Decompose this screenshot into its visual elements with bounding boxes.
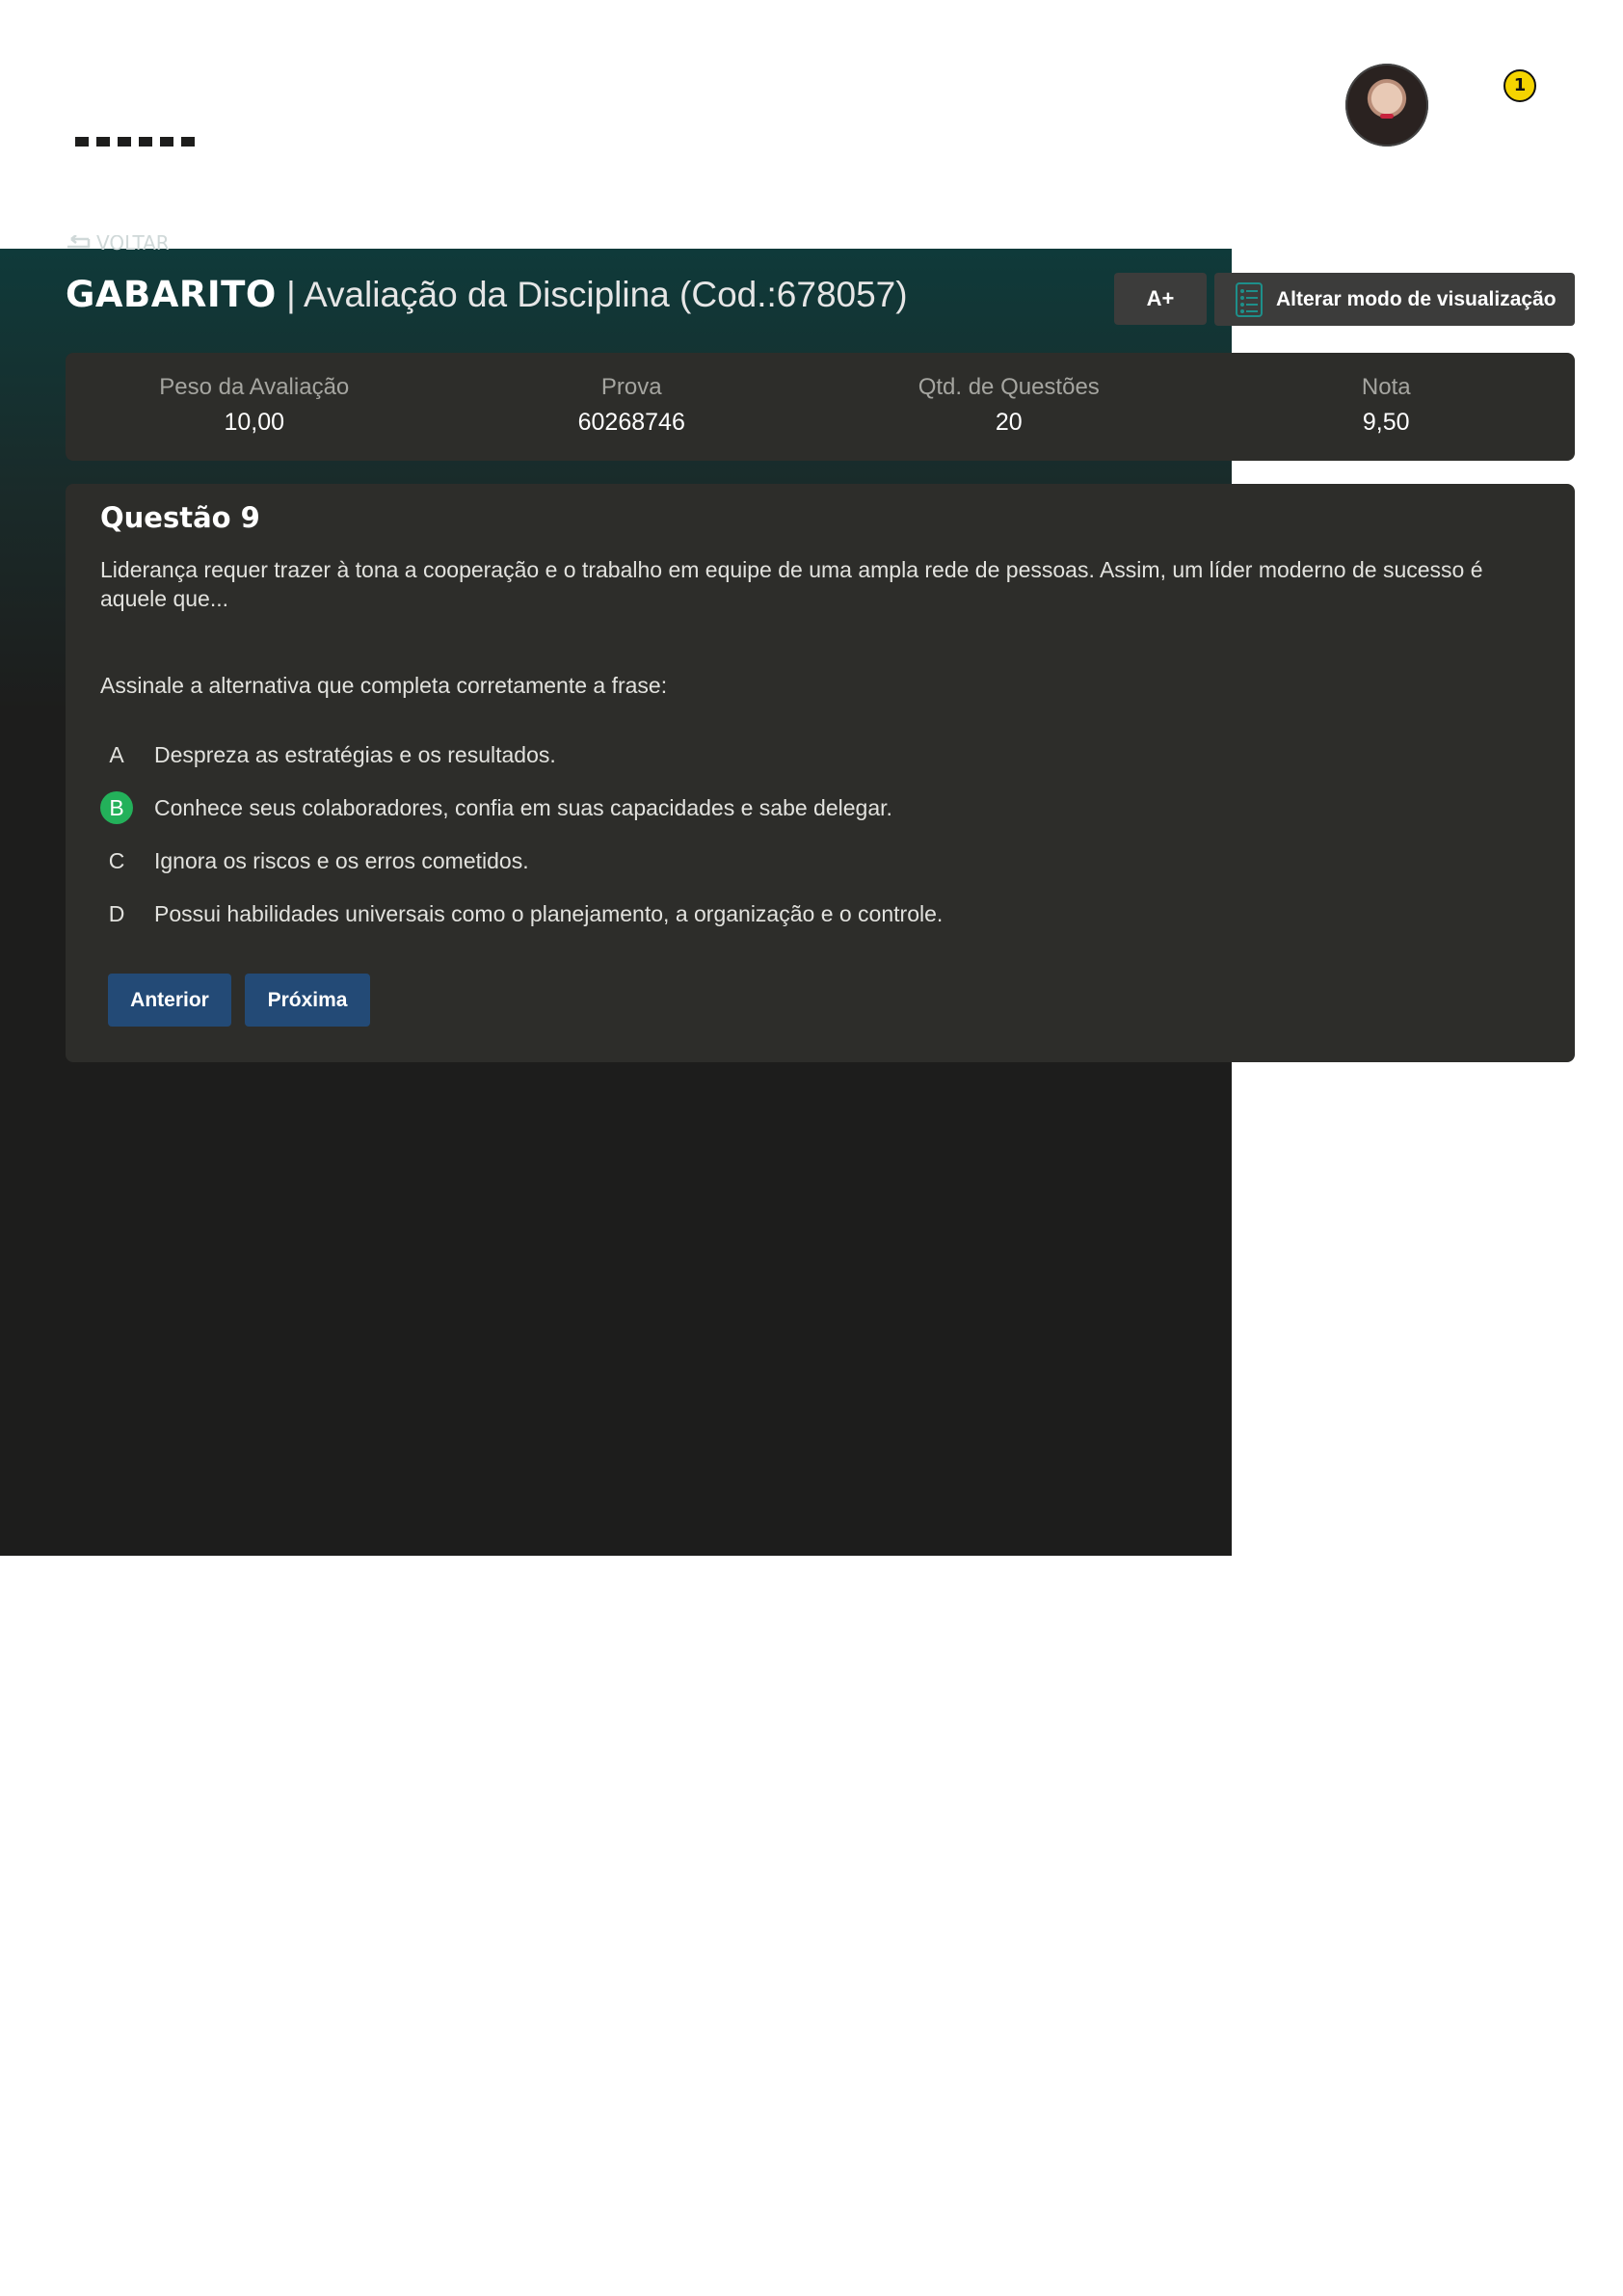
option-letter-correct: B <box>100 791 133 824</box>
option-b[interactable]: B Conhece seus colaboradores, confia em … <box>100 791 892 824</box>
user-avatar[interactable] <box>1345 64 1428 147</box>
font-increase-button[interactable]: A+ <box>1114 273 1207 325</box>
summary-label: Qtd. de Questões <box>918 374 1100 400</box>
avatar-detail <box>1380 114 1394 119</box>
view-mode-label: Alterar modo de visualização <box>1276 287 1556 310</box>
question-text: Liderança requer trazer à tona a coopera… <box>100 557 1483 611</box>
page-title-rest: Avaliação da Disciplina (Cod.:678057) <box>303 275 908 314</box>
option-text: Conhece seus colaboradores, confia em su… <box>154 794 892 820</box>
option-letter: C <box>108 848 125 873</box>
summary-value: 20 <box>995 409 1023 436</box>
option-text: Ignora os riscos e os erros cometidos. <box>154 847 529 873</box>
page-title-strong: GABARITO <box>66 274 277 315</box>
question-instruction: Assinale a alternativa que completa corr… <box>100 673 668 698</box>
summary-value: 9,50 <box>1362 409 1410 436</box>
question-card: Questão 9 Liderança requer trazer à tona… <box>66 484 1575 1062</box>
summary-question-count: Qtd. de Questões 20 <box>820 353 1198 461</box>
summary-exam: Prova 60268746 <box>443 353 821 461</box>
summary-value: 60268746 <box>577 409 685 436</box>
summary-value: 10,00 <box>224 409 285 436</box>
option-text: Despreza as estratégias e os resultados. <box>154 741 556 767</box>
back-link[interactable]: VOLTAR <box>64 235 170 254</box>
summary-label: Prova <box>600 374 662 400</box>
page-title-separator: | <box>276 275 304 314</box>
option-d[interactable]: D Possui habilidades universais como o p… <box>100 897 944 930</box>
view-mode-button[interactable]: Alterar modo de visualização <box>1214 273 1575 326</box>
book-logo <box>66 67 210 150</box>
page-title: GABARITO | Avaliação da Disciplina (Cod.… <box>66 274 908 315</box>
question-title: Questão 9 <box>100 501 260 534</box>
previous-button[interactable]: Anterior <box>108 974 231 1027</box>
back-link-label: VOLTAR <box>96 235 170 254</box>
option-letter: D <box>108 901 125 926</box>
return-arrow-icon <box>67 235 91 249</box>
summary-grade: Nota 9,50 <box>1198 353 1576 461</box>
summary-card: Peso da Avaliação 10,00 Prova 60268746 Q… <box>66 353 1575 461</box>
summary-weight: Peso da Avaliação 10,00 <box>66 353 443 461</box>
summary-label: Peso da Avaliação <box>159 374 350 400</box>
option-letter: A <box>109 742 124 767</box>
list-icon <box>1236 281 1263 317</box>
next-button[interactable]: Próxima <box>245 974 370 1027</box>
option-text: Possui habilidades universais como o pla… <box>154 900 944 926</box>
option-c[interactable]: C Ignora os riscos e os erros cometidos. <box>100 844 529 877</box>
option-a[interactable]: A Despreza as estratégias e os resultado… <box>100 738 556 771</box>
notification-badge[interactable]: 1 <box>1503 69 1536 102</box>
summary-label: Nota <box>1361 374 1411 400</box>
